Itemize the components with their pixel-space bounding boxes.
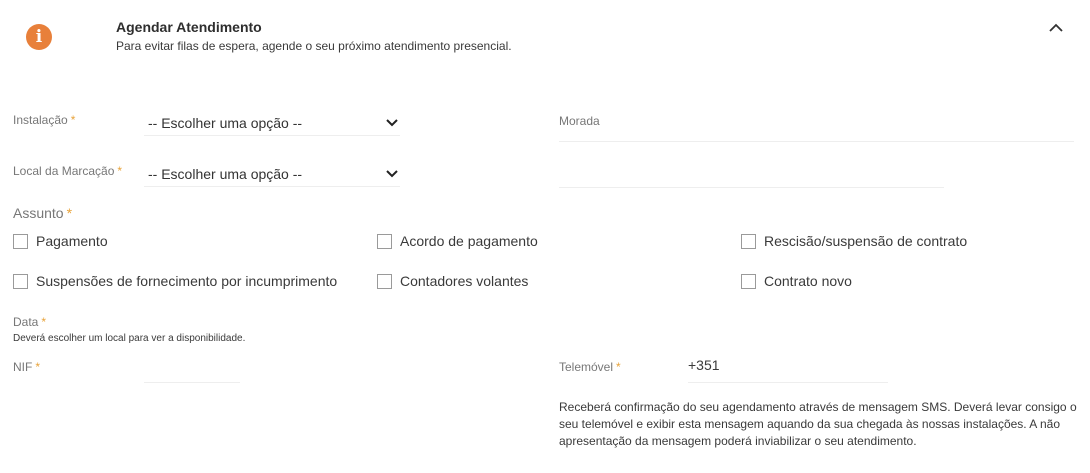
checkbox-label: Acordo de pagamento: [400, 233, 538, 249]
chevron-down-icon: [386, 170, 398, 178]
instalacao-select[interactable]: -- Escolher uma opção --: [144, 110, 400, 136]
morada-label: Morada: [559, 114, 600, 128]
info-icon: i: [26, 24, 52, 50]
telemovel-label: Telemóvel *: [559, 360, 621, 374]
checkbox-label: Rescisão/suspensão de contrato: [764, 233, 968, 249]
required-marker: *: [41, 315, 47, 329]
checkbox[interactable]: [741, 233, 756, 249]
checkbox-label: Contrato novo: [764, 273, 852, 289]
instalacao-select-value: -- Escolher uma opção --: [148, 115, 303, 131]
nif-input[interactable]: [144, 382, 240, 383]
required-marker: *: [616, 360, 621, 374]
phone-prefix: +351: [688, 357, 720, 373]
checkbox[interactable]: [377, 273, 392, 289]
telemovel-input[interactable]: [688, 382, 888, 383]
checkbox[interactable]: [13, 273, 28, 289]
local-select-value: -- Escolher uma opção --: [148, 166, 303, 182]
checkbox[interactable]: [13, 233, 28, 249]
required-marker: *: [35, 360, 41, 374]
checkbox-contadores[interactable]: Contadores volantes: [377, 273, 528, 289]
chevron-up-icon[interactable]: [1046, 18, 1066, 38]
checkbox-suspensoes[interactable]: Suspensões de fornecimento por incumprim…: [13, 273, 337, 289]
section-title: Agendar Atendimento: [116, 19, 262, 35]
required-marker: *: [66, 205, 73, 221]
checkbox-acordo-pagamento[interactable]: Acordo de pagamento: [377, 233, 538, 249]
data-note: Deverá escolher um local para ver a disp…: [13, 333, 246, 344]
morada-field-line-2[interactable]: [559, 187, 944, 188]
checkbox-rescisao[interactable]: Rescisão/suspensão de contrato: [741, 233, 967, 249]
checkbox[interactable]: [377, 233, 392, 249]
chevron-down-icon: [386, 119, 398, 127]
local-select[interactable]: -- Escolher uma opção --: [144, 161, 400, 187]
checkbox-label: Contadores volantes: [400, 273, 529, 289]
sms-note: Receberá confirmação do seu agendamento …: [559, 400, 1077, 448]
instalacao-label: Instalação *: [13, 113, 76, 127]
data-label: Data *: [13, 315, 47, 329]
checkbox[interactable]: [741, 273, 756, 289]
nif-label: NIF *: [13, 360, 41, 374]
assunto-label: Assunto *: [13, 205, 73, 221]
required-marker: *: [117, 164, 123, 178]
required-marker: *: [70, 113, 76, 127]
schedule-header[interactable]: i Agendar Atendimento Para evitar filas …: [0, 0, 1090, 70]
checkbox-label: Suspensões de fornecimento por incumprim…: [36, 273, 338, 289]
local-label: Local da Marcação *: [13, 164, 123, 178]
section-subtitle: Para evitar filas de espera, agende o se…: [116, 39, 512, 53]
checkbox-label: Pagamento: [36, 233, 108, 249]
morada-field[interactable]: [559, 141, 1074, 142]
checkbox-pagamento[interactable]: Pagamento: [13, 233, 108, 249]
checkbox-contrato-novo[interactable]: Contrato novo: [741, 273, 852, 289]
